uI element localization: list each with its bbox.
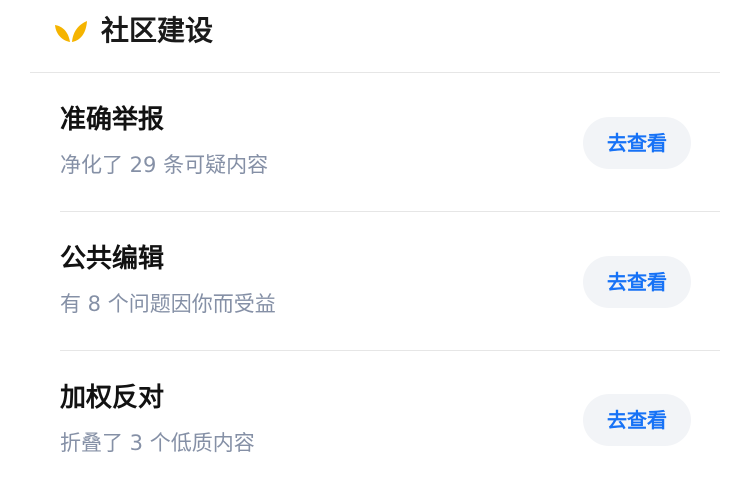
view-button[interactable]: 去查看	[583, 117, 691, 169]
view-button[interactable]: 去查看	[583, 394, 691, 446]
item-subtitle: 有 8 个问题因你而受益	[60, 292, 276, 316]
list-item-accurate-report: 准确举报 净化了 29 条可疑内容 去查看	[0, 73, 731, 212]
section-title: 社区建设	[101, 14, 214, 47]
view-button[interactable]: 去查看	[583, 256, 691, 308]
item-title: 公共编辑	[60, 244, 165, 274]
list-item-weighted-downvote: 加权反对 折叠了 3 个低质内容 去查看	[0, 351, 731, 489]
sprout-icon	[55, 21, 87, 43]
list-item-public-edit: 公共编辑 有 8 个问题因你而受益 去查看	[0, 212, 731, 351]
item-subtitle: 净化了 29 条可疑内容	[60, 153, 269, 177]
item-title: 准确举报	[60, 105, 165, 135]
item-subtitle: 折叠了 3 个低质内容	[60, 431, 255, 455]
item-title: 加权反对	[60, 383, 165, 413]
section-header: 社区建设	[0, 0, 731, 72]
